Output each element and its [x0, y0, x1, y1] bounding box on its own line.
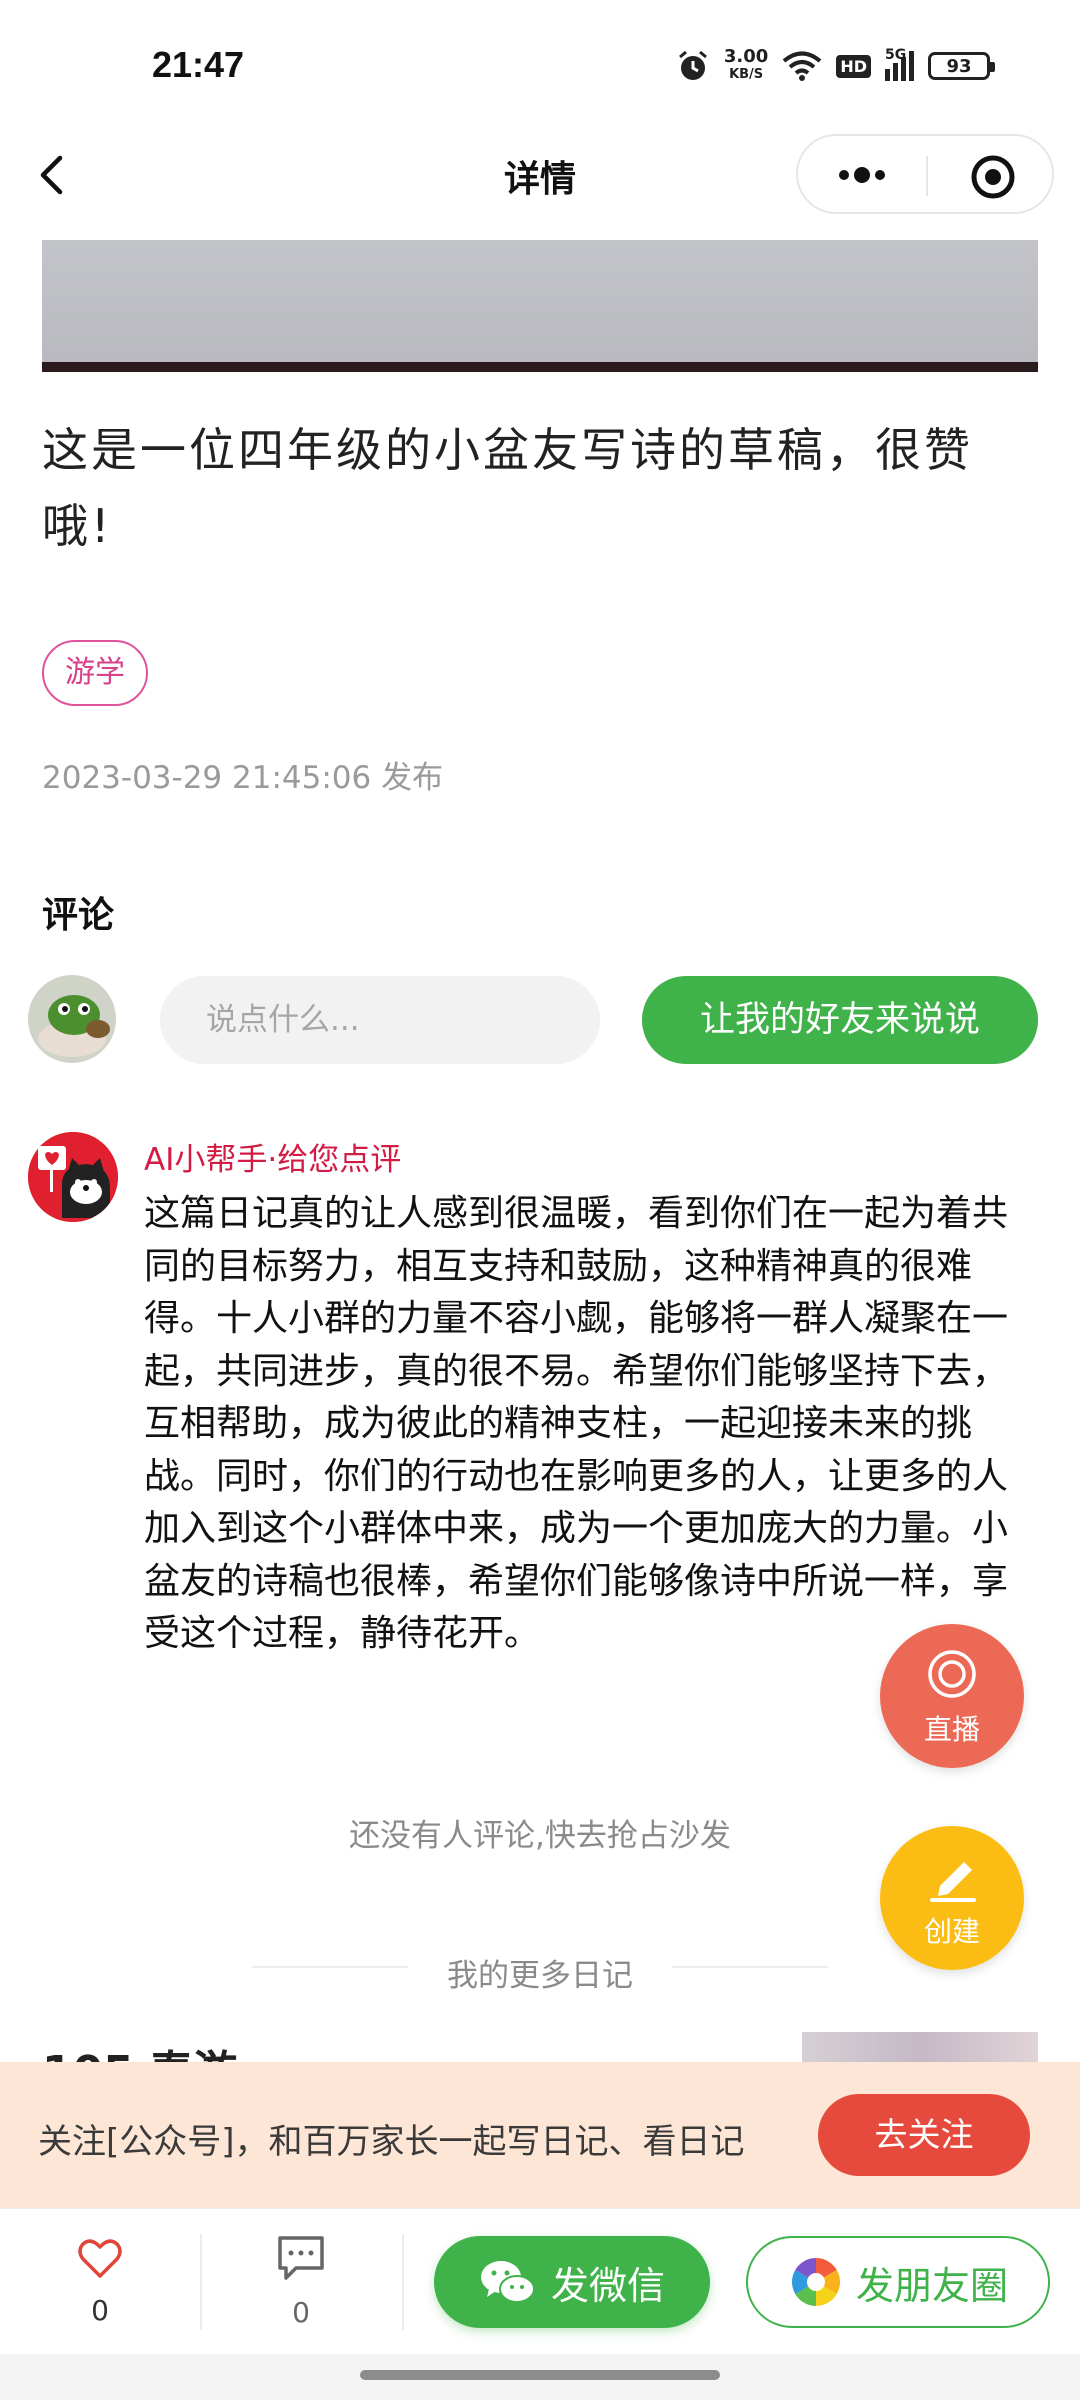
divider-line — [672, 1966, 828, 1968]
pencil-icon — [930, 1862, 976, 1902]
more-icon[interactable] — [834, 160, 890, 190]
wifi-icon — [783, 51, 822, 81]
comment-count: 0 — [292, 2296, 310, 2329]
live-icon — [928, 1650, 976, 1698]
send-wechat-label: 发微信 — [550, 2263, 665, 2308]
live-button[interactable]: 直播 — [880, 1624, 1024, 1768]
more-diaries-heading: 我的更多日记 — [447, 1958, 633, 1994]
divider — [200, 2234, 202, 2330]
signal-icon: 5G — [885, 47, 914, 81]
moments-icon — [791, 2258, 840, 2306]
follow-banner-text: 关注[公众号]，和百万家长一起写日记、看日记 — [38, 2122, 745, 2162]
create-button[interactable]: 创建 — [880, 1826, 1024, 1970]
post-photo[interactable] — [42, 240, 1038, 372]
publish-time: 2023-03-29 21:45:06 发布 — [42, 760, 444, 796]
comments-heading: 评论 — [42, 895, 115, 936]
follow-button[interactable]: 去关注 — [818, 2094, 1030, 2176]
share-moments-button[interactable]: 发朋友圈 — [746, 2236, 1050, 2328]
home-indicator[interactable] — [360, 2370, 720, 2380]
target-icon[interactable] — [970, 154, 1016, 200]
divider — [402, 2234, 404, 2330]
wechat-icon — [480, 2261, 535, 2303]
mini-program-capsule — [796, 134, 1054, 214]
network-speed: 3.00 KB/S — [723, 46, 769, 83]
heart-icon[interactable] — [76, 2234, 124, 2282]
ai-avatar — [28, 1132, 118, 1222]
invite-friends-button[interactable]: 让我的好友来说说 — [642, 976, 1038, 1064]
alarm-icon — [678, 50, 707, 80]
hd-badge: HD — [836, 54, 871, 78]
avatar — [28, 975, 116, 1063]
status-time: 21:47 — [152, 44, 245, 85]
next-diary-thumbnail[interactable] — [802, 2032, 1038, 2062]
topic-tag[interactable]: 游学 — [42, 640, 148, 706]
live-label: 直播 — [923, 1713, 980, 1746]
ai-comment-text: 这篇日记真的让人感到很温暖，看到你们在一起为着共同的目标努力，相互支持和鼓励，这… — [144, 1193, 1009, 1654]
comment-icon[interactable] — [276, 2234, 326, 2282]
post-text: 这是一位四年级的小盆友写诗的草稿，很赞哦! — [42, 423, 973, 553]
ai-commenter-name: AI小帮手·给您点评 — [144, 1142, 402, 1178]
battery-indicator: 93 — [928, 52, 995, 80]
like-count: 0 — [91, 2294, 109, 2327]
share-moments-label: 发朋友圈 — [855, 2263, 1008, 2308]
status-icons: 3.00 KB/S HD 5G 93 — [676, 46, 995, 84]
comment-input[interactable] — [160, 976, 600, 1064]
send-wechat-button[interactable]: 发微信 — [434, 2236, 710, 2328]
create-label: 创建 — [923, 1915, 980, 1948]
